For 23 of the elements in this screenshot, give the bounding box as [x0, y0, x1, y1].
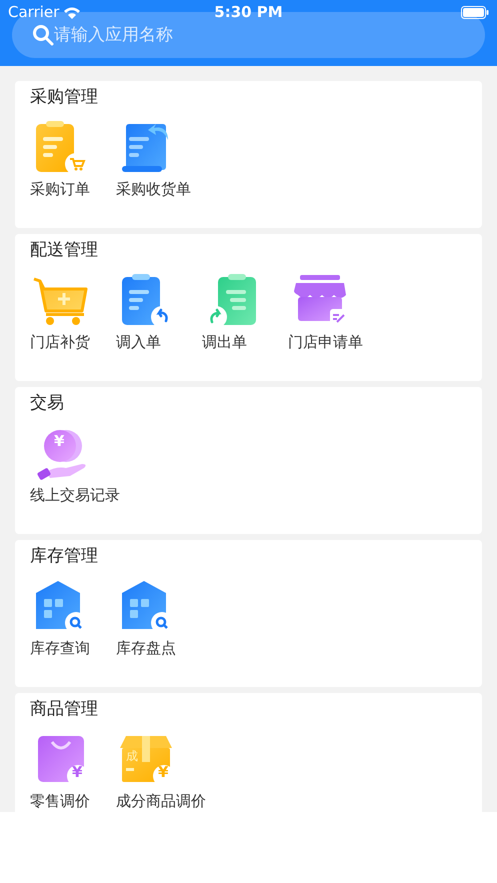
section-title: 库存管理 — [30, 545, 98, 568]
currency-sign: ¥ — [158, 765, 168, 780]
section-title: 采购管理 — [30, 86, 98, 109]
app-label[interactable]: 采购订单 — [30, 178, 90, 200]
wifi-icon — [63, 6, 82, 18]
currency-sign: ¥ — [54, 434, 64, 449]
app-label[interactable]: 线上交易记录 — [30, 484, 120, 506]
app-label[interactable]: 调出单 — [202, 331, 247, 354]
section-title: 交易 — [30, 392, 64, 415]
app-label[interactable]: 门店申请单 — [288, 331, 363, 354]
section-title: 商品管理 — [30, 698, 98, 721]
app-label[interactable]: 成分商品调价 — [116, 790, 206, 812]
app-label[interactable]: 库存盘点 — [116, 637, 176, 660]
currency-sign: ¥ — [72, 765, 82, 780]
app-label[interactable]: 门店补货 — [30, 331, 90, 354]
app-label[interactable]: 采购收货单 — [116, 178, 191, 200]
character-mark: 成 — [126, 750, 138, 762]
app-label[interactable]: 调入单 — [116, 331, 161, 354]
battery-icon — [461, 6, 489, 18]
search-icon — [32, 24, 54, 46]
section-title: 配送管理 — [30, 239, 98, 262]
app-label[interactable]: 库存查询 — [30, 637, 90, 660]
app-label[interactable]: 零售调价 — [30, 790, 90, 812]
